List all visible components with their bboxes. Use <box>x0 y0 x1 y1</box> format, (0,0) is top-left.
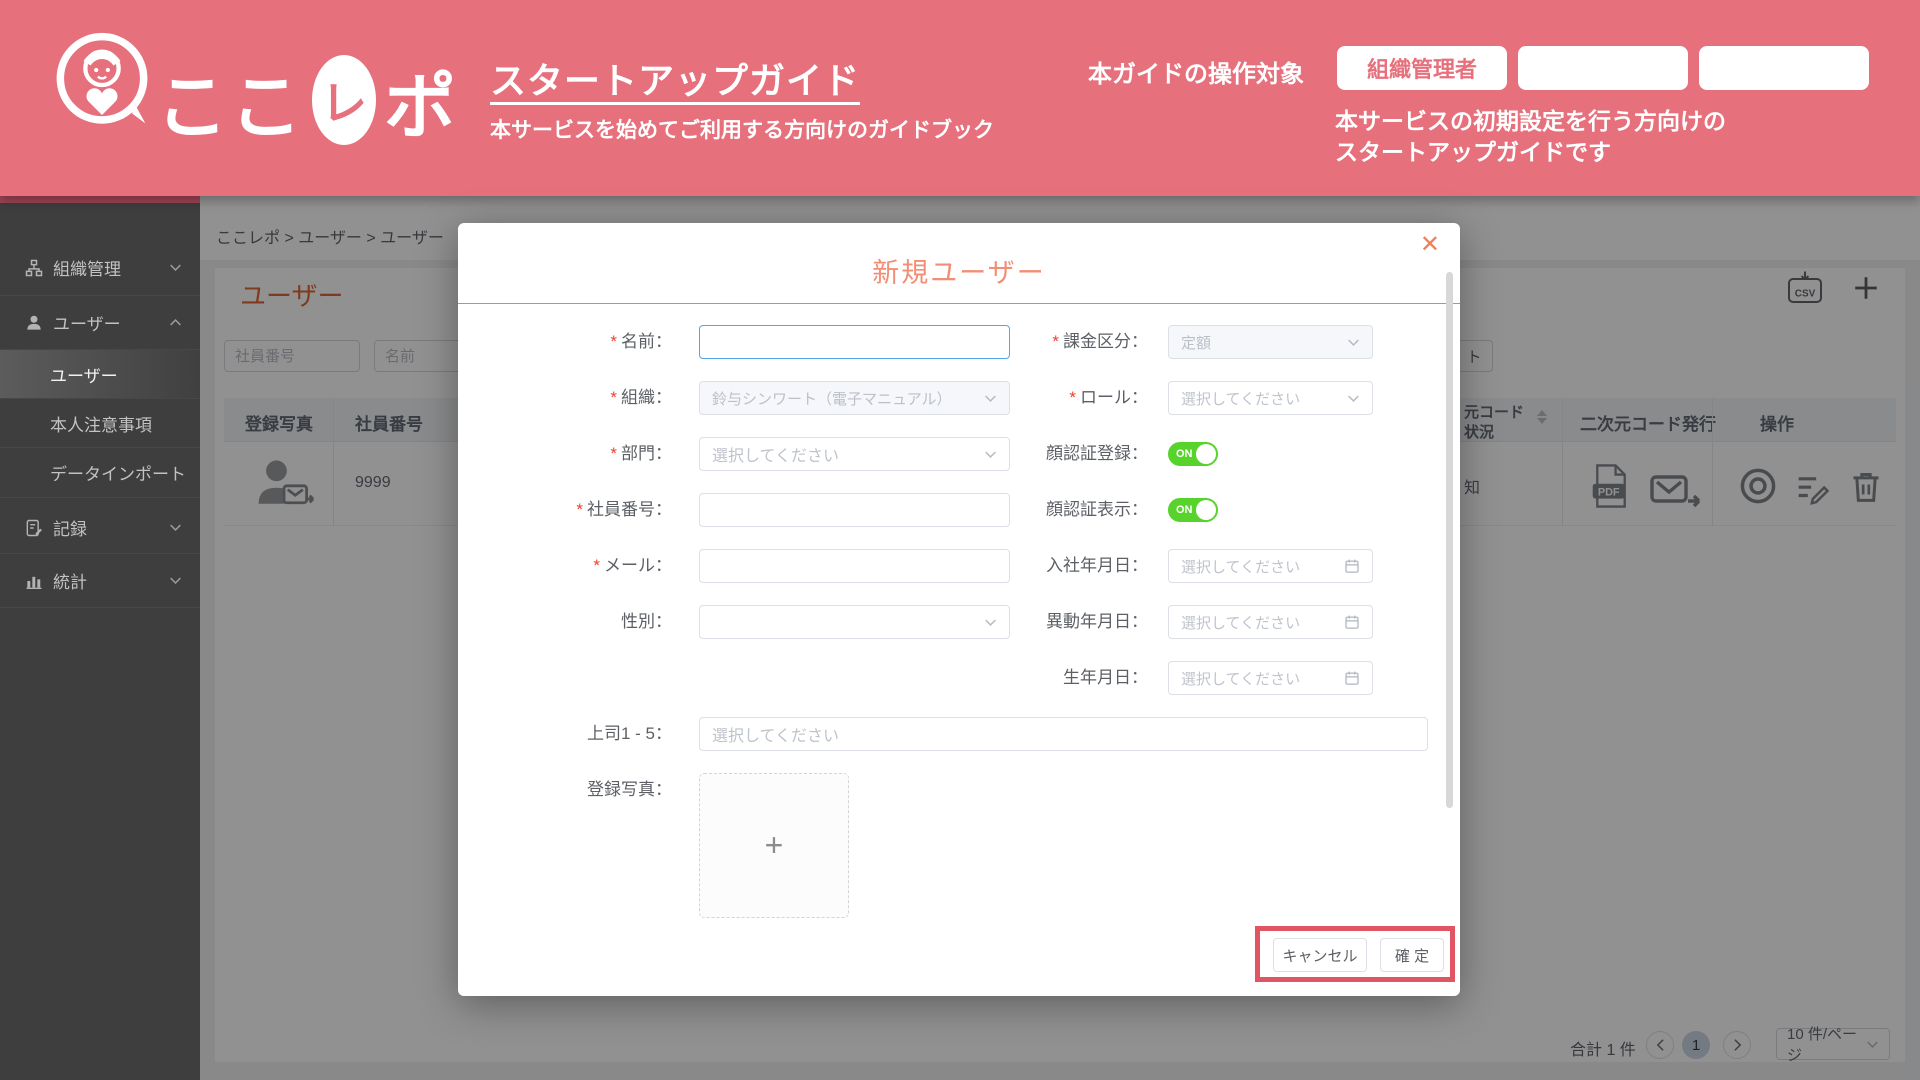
logo-accent-char: レ <box>321 77 368 129</box>
close-icon[interactable]: ✕ <box>1420 233 1440 257</box>
app-header: ここ レ ポ スタートアップガイド 本サービスを始めてご利用する方向けのガイドブ… <box>0 0 1920 196</box>
gender-label: 性別： <box>621 612 672 631</box>
organization-label: * 組織： <box>610 388 672 407</box>
logo-text-2: ポ <box>384 67 459 148</box>
sidebar-item-label: 記録 <box>53 520 87 539</box>
face-registration-toggle[interactable]: ON <box>1168 442 1218 466</box>
record-icon <box>24 518 44 538</box>
sidebar-subitem-label: 本人注意事項 <box>50 415 152 435</box>
chevron-down-icon <box>169 263 182 272</box>
kokorepo-wordmark: ここ レ ポ <box>156 50 458 150</box>
audience-label: 本ガイドの操作対象 <box>1088 61 1304 88</box>
billing-label: * 課金区分： <box>1052 332 1148 351</box>
kokorepo-logo-icon <box>56 32 148 124</box>
sidebar-item-label: ユーザー <box>53 315 121 334</box>
calendar-icon <box>1344 670 1360 686</box>
chevron-down-icon <box>169 523 182 532</box>
boss-label: 上司1 - 5： <box>586 724 672 743</box>
logo-text-1: ここ <box>156 67 305 148</box>
sidebar-item-label: 組織管理 <box>53 260 121 279</box>
sidebar-subitem-label: データインポート <box>50 465 186 484</box>
sidebar: 組織管理 ユーザー ユーザー 本人注意事項 データインポート 記録 統計 <box>0 196 200 1080</box>
logo-accent-oval: レ <box>312 55 377 145</box>
photo-label: 登録写真： <box>587 780 672 799</box>
new-user-dialog: 新規ユーザー ✕ * 名前： * 課金区分： 定額 * 組織： 鈴与シンワート（電子マ… <box>458 223 1460 996</box>
user-icon <box>24 313 44 333</box>
cancel-button[interactable]: キャンセル <box>1273 938 1367 972</box>
employee-no-label: * 社員番号： <box>576 500 672 519</box>
role-label: * ロール： <box>1069 388 1148 407</box>
hire-date-picker[interactable]: 選択してください <box>1168 549 1373 583</box>
sidebar-top-strip <box>0 196 200 203</box>
header-description: 本サービスの初期設定を行う方向けの スタートアップガイドです <box>1335 106 1726 168</box>
photo-upload-box[interactable]: + <box>699 773 849 918</box>
sidebar-item-organization[interactable]: 組織管理 <box>0 240 200 296</box>
chevron-down-icon <box>1347 394 1360 403</box>
face-display-toggle[interactable]: ON <box>1168 498 1218 522</box>
role-select[interactable]: 選択してください <box>1168 381 1373 415</box>
sidebar-item-label: 統計 <box>53 573 87 592</box>
header-description-line1: 本サービスの初期設定を行う方向けの <box>1335 108 1726 134</box>
dialog-title: 新規ユーザー <box>872 258 1046 288</box>
calendar-icon <box>1344 614 1360 630</box>
guide-subtitle: 本サービスを始めてご利用する方向けのガイドブック <box>490 119 994 142</box>
dialog-title-divider <box>458 303 1460 304</box>
role-buttons: 組織管理者 <box>1337 46 1869 90</box>
chevron-up-icon <box>169 318 182 327</box>
upload-plus-icon: + <box>764 827 784 863</box>
toggle-knob <box>1196 500 1216 520</box>
guide-title: スタートアップガイド <box>490 60 861 101</box>
face-display-label: 顔認証表示： <box>1046 500 1148 519</box>
sidebar-subitem-users[interactable]: ユーザー <box>0 350 200 399</box>
chevron-down-icon <box>169 576 182 585</box>
dialog-scrollbar[interactable] <box>1446 272 1453 808</box>
sidebar-subitem-label: ユーザー <box>50 366 118 386</box>
bar-chart-icon <box>24 571 44 591</box>
calendar-icon <box>1344 558 1360 574</box>
sidebar-item-records[interactable]: 記録 <box>0 502 200 554</box>
sidebar-item-statistics[interactable]: 統計 <box>0 554 200 608</box>
role-button-3[interactable] <box>1699 46 1869 90</box>
role-button-org-admin[interactable]: 組織管理者 <box>1337 46 1507 90</box>
confirm-button[interactable]: 確 定 <box>1380 938 1444 972</box>
birth-date-picker[interactable]: 選択してください <box>1168 661 1373 695</box>
face-registration-label: 顔認証登録： <box>1046 444 1148 463</box>
transfer-date-picker[interactable]: 選択してください <box>1168 605 1373 639</box>
sidebar-subitem-personal-notes[interactable]: 本人注意事項 <box>0 399 200 448</box>
role-button-2[interactable] <box>1518 46 1688 90</box>
boss-select[interactable]: 選択してください <box>699 717 1428 751</box>
name-label: * 名前： <box>610 332 672 351</box>
app-root: ここレポ > ユーザー > ユーザー ユーザー ト CSV 登録写真 社員番号 … <box>0 0 1920 1080</box>
toggle-knob <box>1196 444 1216 464</box>
department-label: * 部門： <box>610 444 672 463</box>
org-chart-icon <box>24 258 44 278</box>
chevron-down-icon <box>1347 338 1360 347</box>
sidebar-subitem-data-import[interactable]: データインポート <box>0 448 200 498</box>
header-description-line2: スタートアップガイドです <box>1335 139 1611 165</box>
billing-select: 定額 <box>1168 325 1373 359</box>
mail-label: * メール： <box>593 556 672 575</box>
birth-date-label: 生年月日： <box>1063 668 1148 687</box>
sidebar-item-users[interactable]: ユーザー <box>0 296 200 350</box>
transfer-date-label: 異動年月日： <box>1046 612 1148 631</box>
hire-date-label: 入社年月日： <box>1046 556 1148 575</box>
